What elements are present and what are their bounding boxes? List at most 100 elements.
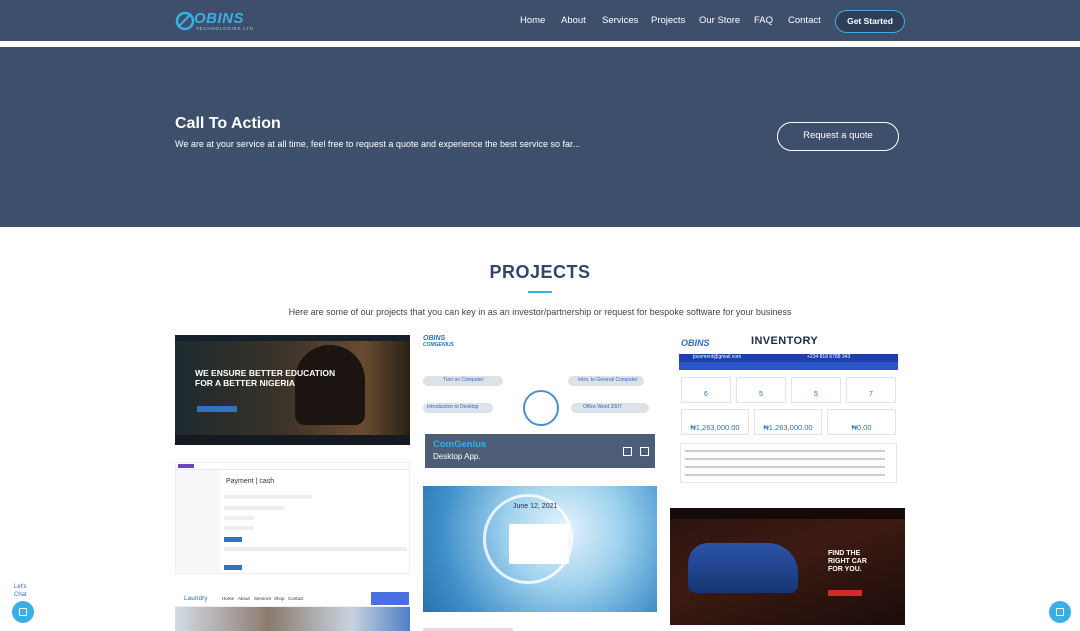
- money-value: ₦0.00: [851, 423, 872, 432]
- inventory-title: INVENTORY: [751, 335, 819, 347]
- pill-item: Intro. to General Computer: [568, 376, 644, 386]
- preview-icon[interactable]: [623, 447, 632, 456]
- get-started-button[interactable]: Get Started: [835, 10, 905, 33]
- stat-card: 5: [736, 377, 786, 403]
- stat-value: 6: [704, 391, 708, 398]
- card-topbar: [175, 335, 410, 341]
- nav-contact[interactable]: Contact: [788, 15, 821, 26]
- comgenius-logo-text: OBINS: [423, 335, 446, 342]
- cta-section: [0, 47, 1080, 227]
- nav-about[interactable]: About: [561, 15, 586, 26]
- project-card-inventory[interactable]: OBINS INVENTORY jocement@gmail.com +234 …: [679, 335, 898, 491]
- money-card: ₦0.00: [827, 409, 896, 435]
- car-line-2: RIGHT CAR: [828, 558, 867, 565]
- form-field: [224, 506, 284, 510]
- chat-button-right[interactable]: [1049, 601, 1071, 623]
- inventory-logo: OBINS: [681, 338, 710, 348]
- laundry-cta: [371, 592, 409, 605]
- form-field: [224, 516, 254, 520]
- project-card-calendar[interactable]: June 12, 2021: [423, 486, 657, 612]
- money-card: ₦1,263,000.00: [754, 409, 822, 435]
- education-cta: [197, 406, 237, 412]
- education-headline: WE ENSURE BETTER EDUCATION FOR A BETTER …: [195, 368, 335, 388]
- car-line-1: FIND THE: [828, 550, 861, 557]
- project-card-payment[interactable]: Payment | cash: [175, 462, 410, 574]
- money-value: ₦1,263,000.00: [763, 423, 813, 432]
- project-card-comgenius[interactable]: OBINS COMGENIUS Turn on Computer Intro. …: [423, 335, 657, 468]
- laundry-nav-item: About: [238, 596, 250, 601]
- nav-faq[interactable]: FAQ: [754, 15, 773, 26]
- laundry-brand: Laundry: [184, 595, 208, 602]
- project-card-car[interactable]: FIND THE RIGHT CAR FOR YOU.: [670, 508, 905, 625]
- projects-title: PROJECTS: [489, 262, 591, 282]
- chat-button-left[interactable]: [12, 601, 34, 623]
- overlay-subtitle: Desktop App.: [433, 452, 481, 461]
- stat-value: 5: [814, 391, 818, 398]
- money-card: ₦1,263,000.00: [681, 409, 749, 435]
- payment-brand: [178, 464, 194, 468]
- comgenius-logo-sub: COMGENIUS: [423, 342, 454, 348]
- cta-text: We are at your service at all time, feel…: [175, 139, 581, 149]
- pill-item: Office Word 2007: [571, 403, 649, 413]
- logo-subtext: TECHNOLOGIES LTD: [196, 26, 254, 31]
- headline-line-1: WE ENSURE BETTER EDUCATION: [195, 368, 336, 378]
- chat-icon: [19, 608, 27, 616]
- card-footer: [175, 435, 410, 445]
- table-line: [685, 474, 885, 476]
- nav-services[interactable]: Services: [602, 15, 638, 26]
- pill-label: Intro. to General Computer: [578, 377, 638, 383]
- laundry-nav-item: Shop: [274, 596, 285, 601]
- stat-value: 5: [759, 391, 763, 398]
- nav-projects[interactable]: Projects: [651, 15, 685, 26]
- inventory-table: [680, 443, 897, 483]
- inventory-navbar: [679, 362, 898, 370]
- laundry-image: [175, 607, 410, 631]
- form-field: [224, 526, 254, 530]
- calendar-date: June 12, 2021: [513, 503, 558, 510]
- hub-icon: [523, 390, 559, 426]
- project-card-laundry[interactable]: Laundry Home About Services Shop Contact: [175, 591, 410, 631]
- pill-item: Turn on Computer: [423, 376, 503, 386]
- calendar-popup: [509, 524, 569, 564]
- site-header: OBINS TECHNOLOGIES LTD Home About Servic…: [0, 0, 1080, 41]
- stat-card: 6: [681, 377, 731, 403]
- inventory-email: jocement@gmail.com: [693, 354, 742, 360]
- car-image: [688, 543, 798, 593]
- laundry-nav-item: Home: [222, 596, 235, 601]
- chat-label-line-2: Chat: [14, 592, 27, 598]
- nav-home[interactable]: Home: [520, 15, 545, 26]
- payment-sidebar: [176, 470, 220, 573]
- pill-label: Office Word 2007: [583, 404, 622, 410]
- money-value: ₦1,263,000.00: [690, 423, 740, 432]
- inventory-phone: +234 818 6788 343: [807, 354, 851, 360]
- nav-our-store[interactable]: Our Store: [699, 15, 740, 26]
- payment-topbar: [176, 463, 409, 470]
- overlay-title: ComGenius: [433, 439, 487, 450]
- table-line: [685, 458, 885, 460]
- car-headline: FIND THE RIGHT CAR FOR YOU.: [828, 550, 867, 574]
- title-underline: [528, 291, 552, 293]
- laundry-navbar: Laundry Home About Services Shop Contact: [175, 591, 410, 607]
- laundry-nav-item: Services: [254, 596, 272, 601]
- request-quote-button[interactable]: Request a quote: [777, 122, 899, 151]
- form-table: [224, 547, 407, 551]
- form-button: [224, 565, 242, 570]
- car-line-3: FOR YOU.: [828, 566, 862, 573]
- inventory-topbar: jocement@gmail.com +234 818 6788 343: [679, 354, 898, 362]
- logo-text: OBINS: [194, 10, 245, 27]
- projects-subtitle: Here are some of our projects that you c…: [288, 307, 792, 317]
- project-card-education[interactable]: WE ENSURE BETTER EDUCATION FOR A BETTER …: [175, 335, 410, 445]
- pill-label: Turn on Computer: [443, 377, 484, 383]
- comgenius-logo: OBINS COMGENIUS: [423, 335, 454, 348]
- payment-title: Payment | cash: [226, 478, 275, 485]
- stat-card: 7: [846, 377, 896, 403]
- headline-line-2: FOR A BETTER NIGERIA: [195, 378, 295, 388]
- stat-value: 7: [869, 391, 873, 398]
- form-button: [224, 537, 242, 542]
- table-line: [685, 450, 885, 452]
- chat-label: Let's Chat: [14, 583, 27, 599]
- link-icon[interactable]: [640, 447, 649, 456]
- pill-label: Introduction to Desktop: [427, 404, 479, 410]
- card-overlay: ComGenius Desktop App.: [425, 434, 655, 468]
- form-field: [224, 495, 312, 499]
